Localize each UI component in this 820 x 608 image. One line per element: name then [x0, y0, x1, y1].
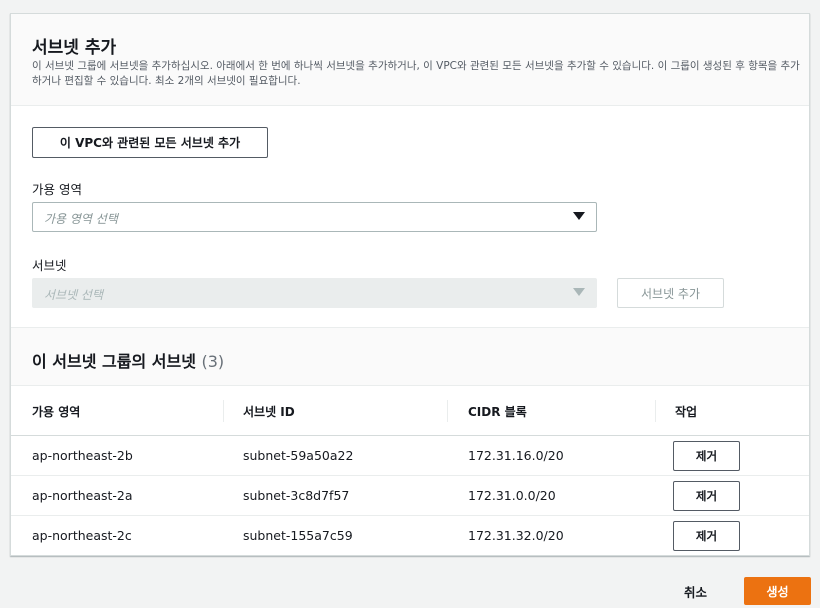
cell-az: ap-northeast-2c — [32, 528, 132, 543]
subnets-section-header: 이 서브넷 그룹의 서브넷 (3) — [11, 327, 809, 386]
column-divider — [447, 400, 448, 422]
cell-az: ap-northeast-2a — [32, 488, 133, 503]
subnet-count: (3) — [201, 352, 225, 371]
cell-cidr: 172.31.16.0/20 — [468, 448, 564, 463]
remove-subnet-button[interactable]: 제거 — [673, 441, 740, 471]
subnet-label: 서브넷 — [32, 258, 67, 273]
cell-subnet-id: subnet-3c8d7f57 — [243, 488, 350, 503]
availability-zone-select[interactable]: 가용 영역 선택 — [32, 202, 597, 232]
column-header-cidr: CIDR 블록 — [468, 405, 527, 419]
panel-description: 이 서브넷 그룹에 서브넷을 추가하십시오. 아래에서 한 번에 하나씩 서브넷… — [32, 60, 800, 87]
section-title-text: 이 서브넷 그룹의 서브넷 — [32, 352, 196, 371]
remove-subnet-button[interactable]: 제거 — [673, 521, 740, 551]
panel-header: 서브넷 추가 이 서브넷 그룹에 서브넷을 추가하십시오. 아래에서 한 번에 … — [11, 14, 809, 106]
add-all-subnets-button[interactable]: 이 VPC와 관련된 모든 서브넷 추가 — [32, 127, 268, 158]
cell-cidr: 172.31.0.0/20 — [468, 488, 556, 503]
cell-cidr: 172.31.32.0/20 — [468, 528, 564, 543]
table-header: 가용 영역 서브넷 ID CIDR 블록 작업 — [11, 386, 809, 436]
add-subnets-panel: 서브넷 추가 이 서브넷 그룹에 서브넷을 추가하십시오. 아래에서 한 번에 … — [10, 13, 810, 556]
availability-zone-label: 가용 영역 — [32, 182, 82, 197]
cell-subnet-id: subnet-59a50a22 — [243, 448, 354, 463]
availability-zone-placeholder: 가용 영역 선택 — [44, 212, 118, 226]
add-subnet-button[interactable]: 서브넷 추가 — [617, 278, 724, 308]
caret-down-icon — [573, 212, 585, 220]
column-header-action: 작업 — [675, 405, 698, 419]
column-divider — [223, 400, 224, 422]
panel-title: 서브넷 추가 — [32, 38, 117, 58]
table-row: ap-northeast-2a subnet-3c8d7f57 172.31.0… — [11, 476, 809, 516]
subnets-table: 가용 영역 서브넷 ID CIDR 블록 작업 ap-northeast-2b … — [11, 386, 809, 556]
table-row: ap-northeast-2c subnet-155a7c59 172.31.3… — [11, 516, 809, 556]
create-button[interactable]: 생성 — [744, 577, 811, 605]
subnet-select[interactable]: 서브넷 선택 — [32, 278, 597, 308]
cell-az: ap-northeast-2b — [32, 448, 133, 463]
caret-down-icon — [573, 288, 585, 296]
cell-subnet-id: subnet-155a7c59 — [243, 528, 353, 543]
column-header-az: 가용 영역 — [32, 405, 81, 419]
column-header-subnet-id: 서브넷 ID — [243, 405, 295, 419]
cancel-button[interactable]: 취소 — [684, 582, 707, 601]
remove-subnet-button[interactable]: 제거 — [673, 481, 740, 511]
subnets-section-title: 이 서브넷 그룹의 서브넷 (3) — [32, 348, 224, 372]
subnet-placeholder: 서브넷 선택 — [44, 288, 104, 302]
column-divider — [655, 400, 656, 422]
table-row: ap-northeast-2b subnet-59a50a22 172.31.1… — [11, 436, 809, 476]
